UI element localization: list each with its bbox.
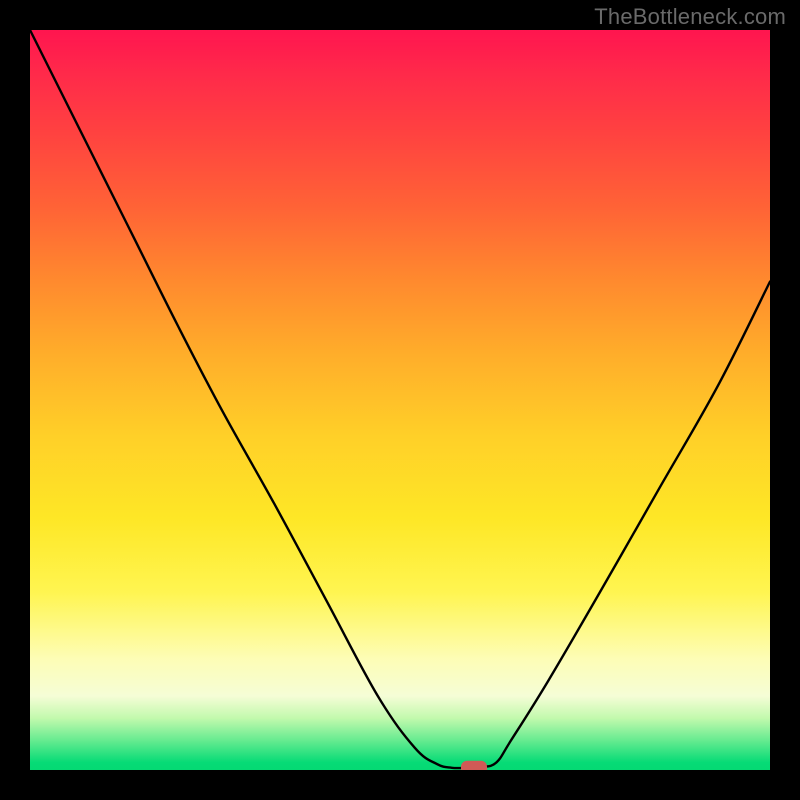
chart-frame: TheBottleneck.com	[0, 0, 800, 800]
bottleneck-curve	[30, 30, 770, 768]
chart-svg	[30, 30, 770, 770]
plot-area	[30, 30, 770, 770]
watermark-text: TheBottleneck.com	[594, 4, 786, 30]
optimum-marker	[461, 761, 487, 770]
